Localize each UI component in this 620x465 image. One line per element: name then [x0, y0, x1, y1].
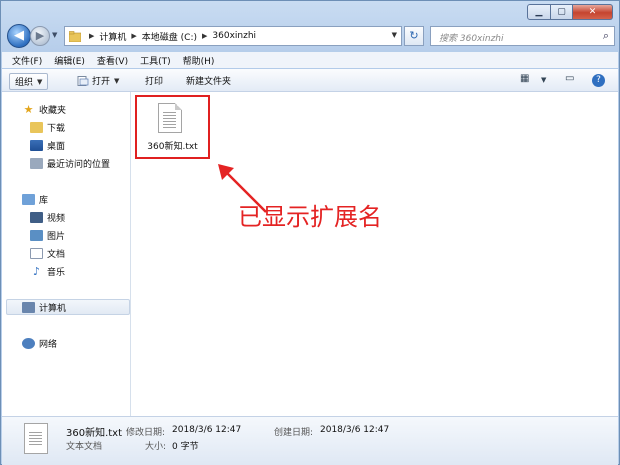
nav-pictures[interactable]: 图片	[30, 229, 65, 242]
nav-music[interactable]: ♪ 音乐	[30, 265, 65, 278]
nav-label: 计算机	[39, 304, 67, 314]
detail-file-name: 360新知.txt	[66, 428, 123, 439]
menu-bar: 文件(F) 编辑(E) 查看(V) 工具(T) 帮助(H)	[2, 52, 618, 68]
nav-recent[interactable]: 最近访问的位置	[30, 157, 110, 170]
nav-documents[interactable]: 文档	[30, 247, 65, 260]
arrow-left-icon: ◀	[14, 28, 24, 43]
nav-label: 音乐	[47, 268, 66, 278]
nav-downloads[interactable]: 下载	[30, 121, 65, 134]
network-icon	[22, 338, 35, 349]
nav-label: 收藏夹	[39, 106, 67, 116]
close-button[interactable]: ✕	[573, 4, 613, 20]
print-label: 打印	[145, 77, 164, 87]
nav-label: 下载	[47, 124, 66, 134]
nav-libraries[interactable]: 库	[22, 193, 48, 206]
menu-help[interactable]: 帮助(H)	[183, 54, 215, 67]
open-button[interactable]: 打开 ▼	[77, 73, 119, 88]
arrow-right-icon: ▶	[35, 29, 45, 42]
print-button[interactable]: 打印	[145, 73, 163, 88]
desktop-icon	[30, 140, 43, 151]
forward-button[interactable]: ▶	[30, 26, 50, 46]
nav-label: 图片	[47, 232, 66, 242]
nav-label: 文档	[47, 250, 66, 260]
detail-size-label: 大小:	[145, 442, 167, 452]
back-button[interactable]: ◀	[7, 24, 31, 48]
document-icon	[77, 75, 89, 86]
menu-edit[interactable]: 编辑(E)	[54, 54, 85, 67]
nav-computer[interactable]: 计算机	[22, 301, 66, 314]
detail-created-value: 2018/3/6 12:47	[320, 425, 390, 435]
chevron-right-icon[interactable]: ▶	[89, 32, 94, 40]
breadcrumb-folder[interactable]: 360xinzhi	[212, 31, 256, 41]
refresh-icon: ↻	[409, 29, 419, 42]
chevron-down-icon: ▼	[114, 76, 120, 85]
nav-network[interactable]: 网络	[22, 337, 57, 350]
minimize-button[interactable]: ▁	[527, 4, 551, 20]
picture-icon	[30, 230, 43, 241]
new-folder-button[interactable]: 新建文件夹	[186, 73, 231, 88]
menu-view[interactable]: 查看(V)	[97, 54, 128, 67]
address-dropdown-icon[interactable]: ▼	[392, 31, 397, 39]
nav-label: 视频	[47, 214, 66, 224]
breadcrumb-local-disk[interactable]: 本地磁盘 (C:)	[142, 30, 197, 43]
details-pane: 360新知.txt 文本文档 修改日期: 2018/3/6 12:47 大小: …	[2, 416, 618, 465]
search-icon[interactable]: ⌕	[603, 29, 609, 43]
open-label: 打开	[92, 77, 111, 87]
search-input[interactable]: 搜索 360xinzhi	[439, 31, 504, 44]
folder-icon	[69, 30, 81, 42]
nav-videos[interactable]: 视频	[30, 211, 65, 224]
highlight-box	[135, 95, 210, 159]
help-icon[interactable]: ?	[592, 74, 605, 87]
view-options-icon[interactable]: ▦	[520, 73, 529, 84]
navigation-pane: ★ 收藏夹 下载 桌面 最近访问的位置 库 视频 图片 文档 ♪ 音乐 计算机 …	[2, 92, 131, 416]
document-icon	[30, 248, 43, 259]
recent-places-icon	[30, 158, 43, 169]
organize-label: 组织	[15, 78, 34, 88]
menu-tools[interactable]: 工具(T)	[140, 54, 171, 67]
nav-label: 桌面	[47, 142, 66, 152]
detail-modified-label: 修改日期:	[126, 428, 166, 438]
command-bar: 组织 ▼ 打开 ▼ 打印 新建文件夹 ▦ ▼ ▭ ?	[2, 69, 618, 92]
explorer-window: ▁ ▢ ✕ ◀ ▶ ▼ ▶ 计算机 ▶ 本地磁盘 (C:) ▶ 360xinzh…	[0, 0, 620, 465]
address-bar[interactable]: ▶ 计算机 ▶ 本地磁盘 (C:) ▶ 360xinzhi ▼	[64, 26, 402, 46]
video-icon	[30, 212, 43, 223]
detail-file-type: 文本文档	[66, 442, 103, 452]
refresh-button[interactable]: ↻	[404, 26, 424, 46]
maximize-button[interactable]: ▢	[551, 4, 573, 20]
detail-created-label: 创建日期:	[274, 428, 314, 438]
detail-modified-value: 2018/3/6 12:47	[172, 425, 242, 435]
library-icon	[22, 194, 35, 205]
search-box[interactable]: 搜索 360xinzhi ⌕	[430, 26, 615, 46]
content-area: ★ 收藏夹 下载 桌面 最近访问的位置 库 视频 图片 文档 ♪ 音乐 计算机 …	[2, 92, 618, 416]
nav-desktop[interactable]: 桌面	[30, 139, 65, 152]
nav-favorites[interactable]: ★ 收藏夹	[22, 103, 66, 116]
organize-button[interactable]: 组织 ▼	[9, 73, 49, 90]
breadcrumb-computer[interactable]: 计算机	[99, 30, 126, 43]
preview-pane-icon[interactable]: ▭	[565, 73, 574, 84]
annotation-text: 已显示扩展名	[238, 203, 382, 231]
nav-label: 最近访问的位置	[47, 160, 111, 170]
chevron-right-icon[interactable]: ▶	[131, 32, 136, 40]
breadcrumb: ▶ 计算机 ▶ 本地磁盘 (C:) ▶ 360xinzhi	[84, 30, 256, 43]
nav-label: 库	[39, 196, 49, 206]
chevron-right-icon[interactable]: ▶	[202, 32, 207, 40]
menu-file[interactable]: 文件(F)	[12, 54, 42, 67]
nav-label: 网络	[39, 340, 58, 350]
star-icon: ★	[23, 103, 34, 116]
chevron-down-icon: ▼	[37, 77, 43, 86]
chevron-down-icon[interactable]: ▼	[541, 76, 546, 84]
detail-size-value: 0 字节	[172, 442, 199, 452]
recent-pages-dropdown[interactable]: ▼	[52, 31, 60, 39]
new-folder-label: 新建文件夹	[186, 77, 232, 87]
text-file-icon	[24, 423, 48, 454]
caption-buttons: ▁ ▢ ✕	[527, 4, 613, 20]
computer-icon	[22, 302, 35, 313]
music-icon: ♪	[32, 265, 41, 278]
download-folder-icon	[30, 122, 43, 133]
navigation-row: ◀ ▶ ▼ ▶ 计算机 ▶ 本地磁盘 (C:) ▶ 360xinzhi ▼ ↻ …	[7, 24, 615, 48]
